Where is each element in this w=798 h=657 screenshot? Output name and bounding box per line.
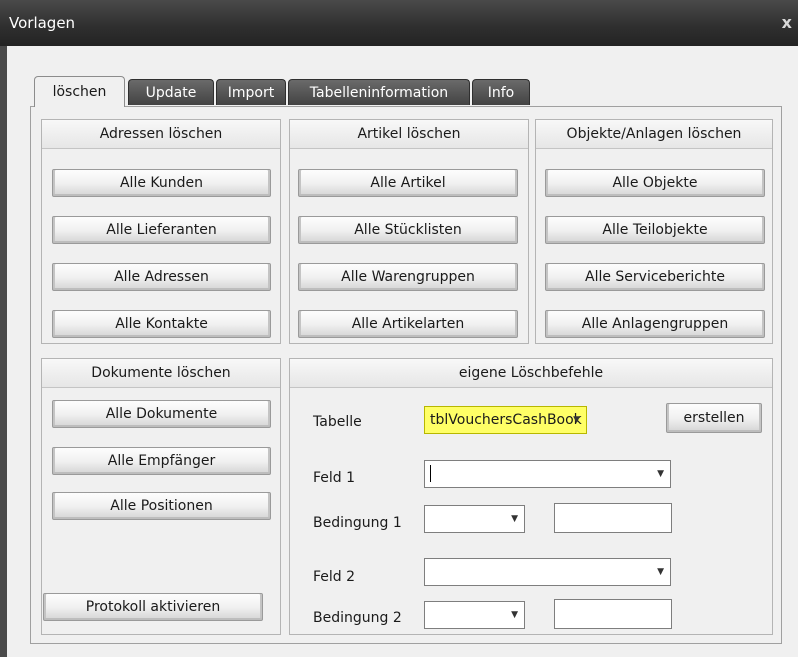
dokumente-loeschen-header: Dokumente löschen (42, 359, 280, 388)
objekte-loeschen-group: Objekte/Anlagen löschen Alle Objekte All… (535, 119, 773, 344)
adressen-loeschen-header: Adressen löschen (42, 120, 280, 149)
tab-page-loeschen: Adressen löschen Alle Kunden Alle Liefer… (30, 106, 782, 644)
tabelle-select-value: tblVouchersCashBook (430, 412, 582, 428)
artikel-loeschen-header: Artikel löschen (290, 120, 528, 149)
alle-positionen-button[interactable]: Alle Positionen (52, 492, 271, 520)
alle-lieferanten-button[interactable]: Alle Lieferanten (52, 216, 271, 244)
alle-anlagengruppen-button[interactable]: Alle Anlagengruppen (545, 310, 765, 338)
feld2-label: Feld 2 (313, 569, 356, 585)
window-title: Vorlagen (9, 14, 76, 32)
chevron-down-icon: ▼ (657, 469, 664, 479)
chevron-down-icon: ▼ (573, 415, 580, 425)
objekte-loeschen-header: Objekte/Anlagen löschen (536, 120, 772, 149)
alle-empfaenger-button[interactable]: Alle Empfänger (52, 447, 271, 475)
tab-info[interactable]: Info (472, 79, 530, 105)
feld1-label: Feld 1 (313, 470, 356, 486)
chevron-down-icon: ▼ (511, 514, 518, 524)
alle-teilobjekte-button[interactable]: Alle Teilobjekte (545, 216, 765, 244)
protokoll-aktivieren-button[interactable]: Protokoll aktivieren (43, 593, 263, 621)
chevron-down-icon: ▼ (511, 610, 518, 620)
feld2-select[interactable]: ▼ (424, 558, 671, 586)
tabelle-select[interactable]: tblVouchersCashBook ▼ (424, 406, 587, 434)
wert1-input[interactable] (554, 503, 672, 533)
tab-update[interactable]: Update (128, 79, 214, 105)
adressen-loeschen-group: Adressen löschen Alle Kunden Alle Liefer… (41, 119, 281, 344)
tab-tabelleninformation[interactable]: Tabelleninformation (288, 79, 470, 105)
alle-objekte-button[interactable]: Alle Objekte (545, 169, 765, 197)
alle-stuecklisten-button[interactable]: Alle Stücklisten (298, 216, 518, 244)
feld1-select[interactable]: ▼ (424, 460, 671, 488)
bedingung2-label: Bedingung 2 (313, 610, 402, 626)
alle-warengruppen-button[interactable]: Alle Warengruppen (298, 263, 518, 291)
alle-dokumente-button[interactable]: Alle Dokumente (52, 400, 271, 428)
window-titlebar: Vorlagen x (0, 0, 798, 46)
alle-kunden-button[interactable]: Alle Kunden (52, 169, 271, 197)
tab-loeschen[interactable]: löschen (34, 76, 125, 107)
eigene-loeschbefehle-group: eigene Löschbefehle Tabelle tblVouchersC… (289, 358, 773, 635)
tab-import[interactable]: Import (216, 79, 286, 105)
wert2-input[interactable] (554, 599, 672, 629)
close-icon[interactable]: x (782, 13, 792, 32)
bedingung2-select[interactable]: ▼ (424, 601, 525, 629)
text-cursor (430, 464, 431, 482)
eigene-loeschbefehle-header: eigene Löschbefehle (290, 359, 772, 388)
bedingung1-label: Bedingung 1 (313, 515, 402, 531)
alle-adressen-button[interactable]: Alle Adressen (52, 263, 271, 291)
bedingung1-select[interactable]: ▼ (424, 505, 525, 533)
dokumente-loeschen-group: Dokumente löschen Alle Dokumente Alle Em… (41, 358, 281, 635)
tabelle-label: Tabelle (313, 414, 362, 430)
erstellen-button[interactable]: erstellen (666, 403, 762, 433)
chevron-down-icon: ▼ (657, 567, 664, 577)
alle-kontakte-button[interactable]: Alle Kontakte (52, 310, 271, 338)
alle-artikelarten-button[interactable]: Alle Artikelarten (298, 310, 518, 338)
alle-artikel-button[interactable]: Alle Artikel (298, 169, 518, 197)
artikel-loeschen-group: Artikel löschen Alle Artikel Alle Stückl… (289, 119, 529, 344)
alle-serviceberichte-button[interactable]: Alle Serviceberichte (545, 263, 765, 291)
